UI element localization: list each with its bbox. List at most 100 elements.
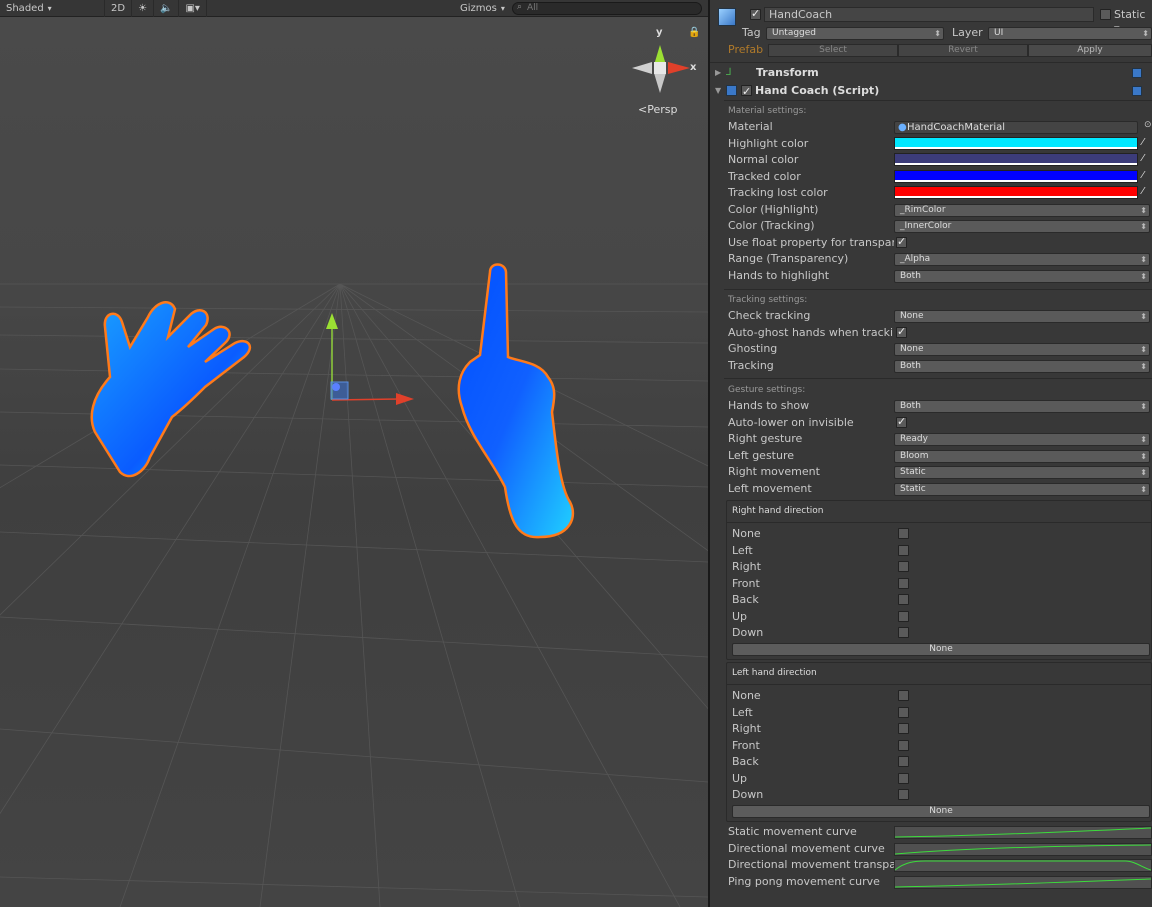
ping-pong-curve-field[interactable] xyxy=(894,876,1152,889)
prefab-apply-button[interactable]: Apply xyxy=(1028,44,1152,57)
gizmos-dropdown[interactable]: Gizmos xyxy=(460,0,505,17)
axis-y-label: y xyxy=(656,27,663,38)
audio-icon[interactable]: 🔈 xyxy=(154,0,180,17)
left-direction-none-label: None xyxy=(732,689,761,702)
script-enabled-checkbox[interactable] xyxy=(741,83,752,100)
range-transparency-dropdown[interactable]: _Alpha xyxy=(894,253,1150,266)
eyedropper-icon[interactable]: ⁄ xyxy=(1142,170,1152,183)
foldout-open-arrow-icon[interactable]: ▼ xyxy=(715,82,721,99)
right-movement-label: Right movement xyxy=(728,465,820,478)
left-direction-right-checkbox[interactable] xyxy=(898,723,909,734)
ghosting-label: Ghosting xyxy=(728,342,778,355)
hand-coach-component-header[interactable]: ▼ Hand Coach (Script) xyxy=(710,82,1152,100)
shading-mode-dropdown[interactable]: Shaded xyxy=(0,0,105,17)
material-object-field[interactable]: ● HandCoachMaterial xyxy=(894,121,1138,134)
static-movement-curve-field[interactable] xyxy=(894,826,1152,839)
transform-component-header[interactable]: ▶ ⅃ Transform xyxy=(710,64,1152,81)
right-direction-left-checkbox[interactable] xyxy=(898,544,909,556)
object-picker-icon[interactable]: ⊙ xyxy=(1144,120,1152,130)
ghosting-dropdown[interactable]: None xyxy=(894,343,1150,356)
right-direction-back-checkbox[interactable] xyxy=(898,594,909,605)
scene-view[interactable]: Shaded 2D ☀ 🔈 ▣▾ Gizmos All xyxy=(0,0,708,907)
left-direction-none-checkbox[interactable] xyxy=(898,690,909,701)
color-tracking-dropdown[interactable]: _InnerColor xyxy=(894,220,1150,233)
2d-toggle-button[interactable]: 2D xyxy=(105,0,133,17)
use-float-checkbox[interactable] xyxy=(896,235,907,248)
left-direction-back-checkbox[interactable] xyxy=(898,756,909,767)
sun-icon[interactable]: ☀ xyxy=(132,0,155,17)
tracked-color-swatch[interactable] xyxy=(894,170,1138,183)
right-direction-none-button[interactable]: None xyxy=(732,643,1150,656)
color-highlight-dropdown[interactable]: _RimColor xyxy=(894,204,1150,217)
tracking-dropdown[interactable]: Both xyxy=(894,360,1150,373)
static-checkbox[interactable] xyxy=(1100,9,1111,20)
gameobject-cube-icon xyxy=(718,8,736,26)
left-movement-dropdown[interactable]: Static xyxy=(894,483,1150,496)
auto-ghost-label: Auto-ghost hands when tracking xyxy=(728,326,894,339)
prefab-revert-button[interactable]: Revert xyxy=(898,44,1028,57)
help-book-icon[interactable] xyxy=(1132,68,1142,78)
left-direction-none-button[interactable]: None xyxy=(732,805,1150,818)
layer-dropdown[interactable]: UI xyxy=(988,27,1152,40)
directional-transparency-curve-field[interactable] xyxy=(894,859,1152,872)
right-hand-model[interactable] xyxy=(457,263,575,539)
left-gesture-dropdown[interactable]: Bloom xyxy=(894,450,1150,463)
right-direction-down-checkbox[interactable] xyxy=(898,627,909,638)
normal-color-swatch[interactable] xyxy=(894,153,1138,166)
right-gesture-dropdown[interactable]: Ready xyxy=(894,433,1150,446)
hands-show-label: Hands to show xyxy=(728,399,810,412)
transform-title: Transform xyxy=(756,66,819,79)
scene-search-input[interactable]: All xyxy=(512,2,702,15)
tag-dropdown[interactable]: Untagged xyxy=(766,27,944,40)
right-movement-dropdown[interactable]: Static xyxy=(894,466,1150,479)
transform-icon: ⅃ xyxy=(726,67,732,78)
left-direction-up-label: Up xyxy=(732,771,748,785)
hands-highlight-dropdown[interactable]: Both xyxy=(894,270,1150,283)
auto-ghost-checkbox[interactable] xyxy=(896,325,907,338)
right-direction-left-label: Left xyxy=(732,543,753,557)
lock-icon[interactable]: 🔒 xyxy=(688,27,700,38)
left-direction-down-label: Down xyxy=(732,788,764,801)
script-icon xyxy=(726,85,737,96)
foldout-arrow-icon[interactable]: ▶ xyxy=(715,64,721,81)
object-name-field[interactable]: HandCoach xyxy=(764,7,1094,22)
prefab-select-button[interactable]: Select xyxy=(768,44,898,57)
tracking-lost-color-swatch[interactable] xyxy=(894,186,1138,199)
auto-lower-checkbox[interactable] xyxy=(896,415,907,428)
left-hand-model[interactable] xyxy=(90,301,252,478)
right-direction-up-checkbox[interactable] xyxy=(898,610,909,622)
hands-show-dropdown[interactable]: Both xyxy=(894,400,1150,413)
directional-transparency-curve-label: Directional movement transparency xyxy=(728,858,898,871)
right-direction-front-checkbox[interactable] xyxy=(898,577,909,589)
right-direction-none-checkbox[interactable] xyxy=(898,528,909,539)
ping-pong-curve-label: Ping pong movement curve xyxy=(728,875,880,888)
left-direction-front-checkbox[interactable] xyxy=(898,739,909,751)
check-tracking-label: Check tracking xyxy=(728,309,811,322)
left-direction-left-checkbox[interactable] xyxy=(898,706,909,718)
left-direction-down-checkbox[interactable] xyxy=(898,789,909,800)
projection-label[interactable]: <Persp xyxy=(638,103,677,116)
tracked-color-label: Tracked color xyxy=(728,170,801,183)
auto-lower-label: Auto-lower on invisible xyxy=(728,416,854,429)
scene-canvas[interactable]: y x xyxy=(0,17,708,907)
left-direction-left-label: Left xyxy=(732,705,753,719)
axis-x-label: x xyxy=(690,62,697,73)
right-direction-right-checkbox[interactable] xyxy=(898,561,909,572)
image-effects-icon[interactable]: ▣▾ xyxy=(179,0,207,17)
script-help-icon[interactable] xyxy=(1132,86,1142,96)
eyedropper-icon[interactable]: ⁄ xyxy=(1142,186,1152,199)
eyedropper-icon[interactable]: ⁄ xyxy=(1142,137,1152,150)
directional-movement-curve-field[interactable] xyxy=(894,843,1152,856)
check-tracking-dropdown[interactable]: None xyxy=(894,310,1150,323)
active-checkbox[interactable] xyxy=(750,7,761,20)
move-gizmo[interactable] xyxy=(326,313,414,405)
prefab-label: Prefab xyxy=(728,43,764,56)
right-hand-direction-title: Right hand direction xyxy=(727,501,1151,523)
grid-floor xyxy=(0,283,708,907)
eyedropper-icon[interactable]: ⁄ xyxy=(1142,153,1152,166)
left-direction-up-checkbox[interactable] xyxy=(898,772,909,784)
material-sphere-icon: ● xyxy=(898,122,907,133)
static-movement-curve-label: Static movement curve xyxy=(728,825,857,838)
use-float-label: Use float property for transparency xyxy=(728,236,894,249)
highlight-color-swatch[interactable] xyxy=(894,137,1138,150)
